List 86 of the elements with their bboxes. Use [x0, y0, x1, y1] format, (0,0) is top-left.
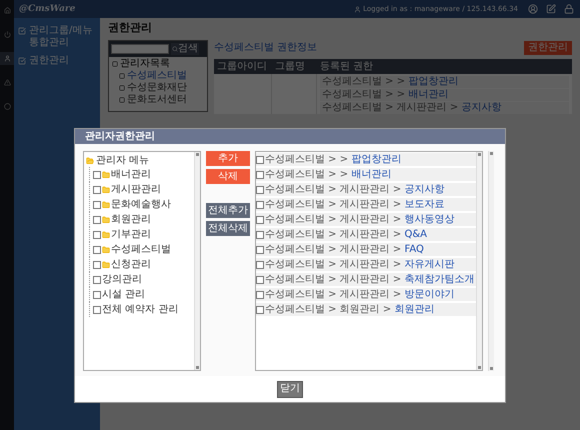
edit-icon[interactable]: [546, 4, 556, 14]
action-button[interactable]: 전체추가: [206, 203, 250, 218]
search-field[interactable]: [111, 44, 169, 54]
tree-item[interactable]: 회원관리: [111, 214, 151, 226]
checkbox[interactable]: [93, 186, 101, 194]
tree-item[interactable]: 수성페스티벌: [111, 244, 171, 256]
node-icon: [119, 97, 125, 103]
tree-item[interactable]: 강의관리: [102, 274, 142, 286]
info-title: 수성페스티벌 권한정보: [214, 42, 318, 54]
action-button[interactable]: 삭제: [206, 169, 250, 184]
collapse-icon[interactable]: [112, 61, 118, 67]
tree-item[interactable]: 기부관리: [111, 228, 151, 240]
permission-item: 수성페스티벌 > 게시판관리 > 행사동영상: [265, 214, 454, 226]
permission-item: 수성페스티벌 > 게시판관리 > 공지사항: [265, 184, 444, 196]
permission-row: 수성페스티벌 > > 배너관리: [320, 89, 569, 101]
checkbox[interactable]: [256, 186, 264, 194]
folder-icon: [102, 216, 110, 224]
tree-item[interactable]: 배너관리: [111, 168, 151, 180]
permission-item: 수성페스티벌 > 게시판관리 > 축제참가팀소개: [265, 274, 474, 286]
column-header: 그룹명: [274, 60, 306, 72]
scrollbar[interactable]: [476, 152, 482, 370]
permission-row: 수성페스티벌 > > 팝업창관리: [320, 76, 569, 88]
checkbox[interactable]: [93, 260, 101, 268]
folder-icon: [102, 246, 110, 254]
tree-item[interactable]: 전체 예약자 관리: [102, 304, 178, 316]
permission-item: 수성페스티벌 > 게시판관리 > FAQ: [265, 244, 424, 256]
checkbox[interactable]: [256, 230, 264, 238]
folder-icon: [102, 186, 110, 194]
folder-icon: [102, 170, 110, 178]
profile-icon[interactable]: [528, 4, 538, 14]
checkbox[interactable]: [256, 276, 264, 284]
close-button[interactable]: 닫기: [277, 380, 303, 398]
user-icon: [354, 6, 362, 12]
checkbox[interactable]: [256, 246, 264, 254]
lock-icon[interactable]: [564, 4, 574, 14]
checkbox[interactable]: [93, 276, 101, 284]
tree-item[interactable]: 문화예술행사: [111, 198, 171, 210]
checkbox[interactable]: [93, 306, 101, 314]
checkbox[interactable]: [93, 230, 101, 238]
permission-item: 수성페스티벌 > 게시판관리 > 자유게시판: [265, 258, 454, 270]
search-button[interactable]: 검색: [171, 43, 199, 55]
tree-item[interactable]: 시설 관리: [102, 288, 146, 300]
permission-item: 수성페스티벌 > 게시판관리 > Q&A: [265, 228, 427, 240]
permission-item: 수성페스티벌 > > 배너관리: [265, 168, 392, 180]
tree-item[interactable]: 수성문화재단: [127, 82, 187, 94]
checkbox[interactable]: [256, 260, 264, 268]
node-icon: [119, 85, 125, 91]
node-icon: [119, 73, 125, 79]
folder-icon: [86, 157, 94, 165]
checkbox[interactable]: [256, 290, 264, 298]
column-header: 그룹아이디: [216, 60, 268, 72]
tree-item[interactable]: 관리자 메뉴: [96, 155, 150, 167]
search-icon: [172, 46, 178, 52]
checkbox-icon: [18, 57, 26, 65]
checkbox[interactable]: [93, 290, 101, 298]
checkbox[interactable]: [93, 170, 101, 178]
permission-row: 수성페스티벌 > 게시판관리 > 공지사항: [320, 102, 569, 114]
folder-icon: [102, 230, 110, 238]
page-title: 권한관리: [108, 22, 153, 36]
scrollbar[interactable]: [488, 151, 494, 371]
folder-icon: [102, 260, 110, 268]
folder-icon: [102, 200, 110, 208]
permission-item: 수성페스티벌 > 게시판관리 > 방문이야기: [265, 288, 454, 300]
permission-item: 수성페스티벌 > 게시판관리 > 보도자료: [265, 198, 444, 210]
checkbox[interactable]: [256, 216, 264, 224]
logo: @CmsWare: [18, 3, 76, 15]
checkbox-icon: [18, 27, 26, 35]
permission-item: 수성페스티벌 > > 팝업창관리: [265, 154, 402, 166]
checkbox[interactable]: [256, 170, 264, 178]
scrollbar[interactable]: [194, 152, 200, 370]
action-button[interactable]: 추가: [206, 151, 250, 166]
permission-item: 수성페스티벌 > 회원관리 > 회원관리: [265, 304, 434, 316]
column-header: 등록된 권한: [319, 60, 374, 72]
checkbox[interactable]: [256, 156, 264, 164]
checkbox[interactable]: [256, 306, 264, 314]
checkbox[interactable]: [93, 246, 101, 254]
user-icon[interactable]: [0, 52, 14, 65]
checkbox[interactable]: [93, 200, 101, 208]
tree-item[interactable]: 관리자목록: [120, 58, 170, 70]
tree-item[interactable]: 신청관리: [111, 258, 151, 270]
dialog-title: 관리자권한관리: [75, 129, 505, 144]
tree-item[interactable]: 문화도서센터: [127, 94, 187, 106]
checkbox[interactable]: [256, 200, 264, 208]
tree-item[interactable]: 게시판관리: [111, 184, 161, 196]
action-button[interactable]: 전체삭제: [206, 221, 250, 236]
checkbox[interactable]: [93, 216, 101, 224]
